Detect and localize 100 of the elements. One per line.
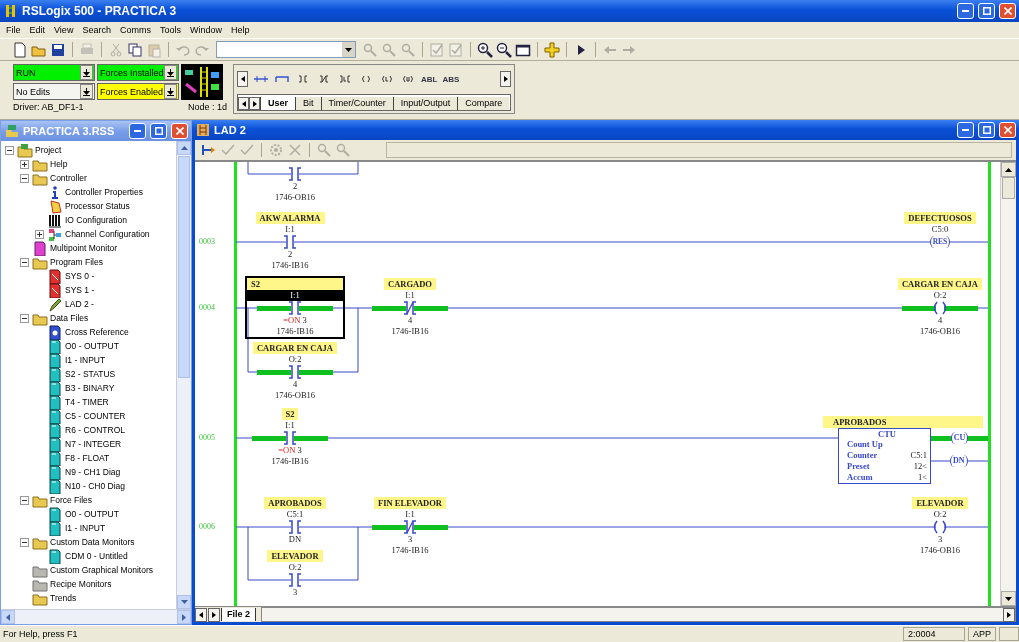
- collapse-icon[interactable]: [20, 495, 29, 505]
- dropdown-field[interactable]: [216, 41, 356, 58]
- vertical-scrollbar[interactable]: [1000, 162, 1016, 606]
- menu-item[interactable]: Tools: [159, 25, 181, 35]
- tree-item[interactable]: Program Files: [50, 257, 103, 267]
- tree-item[interactable]: Controller: [50, 173, 87, 183]
- tree-item[interactable]: CDM 0 - Untitled: [65, 551, 128, 561]
- instruction-button[interactable]: ABS: [442, 74, 460, 84]
- maximize-button[interactable]: [978, 3, 995, 19]
- latch-coil-icon[interactable]: [379, 75, 395, 83]
- tree-item[interactable]: Processor Status: [65, 201, 130, 211]
- menu-item[interactable]: Window: [189, 25, 222, 35]
- expand-icon[interactable]: [20, 159, 29, 169]
- tree-item[interactable]: LAD 2 -: [65, 299, 94, 309]
- tree-item[interactable]: C5 - COUNTER: [65, 411, 126, 421]
- scrollbar-thumb[interactable]: [178, 156, 190, 378]
- branch-icon[interactable]: [274, 75, 290, 83]
- tree-item[interactable]: R6 - CONTROL: [65, 425, 125, 435]
- tree-item[interactable]: Help: [50, 159, 68, 169]
- scroll-left-button[interactable]: [237, 71, 248, 87]
- status-dropdown[interactable]: RUN: [13, 64, 95, 81]
- palette-tab[interactable]: Timer/Counter: [320, 97, 393, 110]
- maximize-button[interactable]: [150, 123, 167, 139]
- unlatch-coil-icon[interactable]: [400, 75, 416, 83]
- tree-item[interactable]: Channel Configuration: [65, 229, 150, 239]
- menu-item[interactable]: Comms: [119, 25, 151, 35]
- download-arrow-icon[interactable]: [83, 87, 90, 96]
- horizontal-scrollbar[interactable]: [1, 609, 191, 624]
- palette-tab[interactable]: Compare: [457, 97, 510, 110]
- tree-item[interactable]: Controller Properties: [65, 187, 143, 197]
- ladder-instruction[interactable]: AKW ALARMA I:1 2 1746-IB16: [240, 210, 340, 273]
- collapse-icon[interactable]: [5, 145, 14, 155]
- close-button[interactable]: [171, 123, 188, 139]
- menu-item[interactable]: File: [6, 25, 21, 35]
- tree-item[interactable]: S2 - STATUS: [65, 369, 116, 379]
- collapse-icon[interactable]: [20, 537, 29, 547]
- palette-tab[interactable]: Input/Output: [392, 97, 458, 110]
- menu-item[interactable]: View: [54, 25, 74, 35]
- zoom-in-icon[interactable]: [477, 41, 493, 58]
- tree-item[interactable]: N9 - CH1 Diag: [65, 467, 121, 477]
- ladder-instruction[interactable]: APROBADOS C5:1 DN: [245, 495, 345, 547]
- download-arrow-icon[interactable]: [167, 68, 174, 77]
- rung-comment-field[interactable]: [386, 142, 1012, 158]
- file-tab[interactable]: File 2: [221, 608, 256, 621]
- menu-item[interactable]: Search: [82, 25, 111, 35]
- close-button[interactable]: [999, 122, 1016, 138]
- ladder-instruction[interactable]: S2 I:1 =ON 3 1746-IB16: [245, 276, 345, 339]
- ladder-instruction[interactable]: CARGAR EN CAJA O:2 4 1746-OB16: [890, 276, 990, 339]
- tree-item[interactable]: Custom Data Monitors: [50, 537, 135, 547]
- status-dropdown[interactable]: No Edits: [13, 83, 95, 100]
- copy-icon[interactable]: [127, 41, 143, 58]
- tree-item[interactable]: N7 - INTEGER: [65, 439, 122, 449]
- maximize-button[interactable]: [978, 122, 995, 138]
- tree-item[interactable]: O0 - OUTPUT: [65, 341, 119, 351]
- ladder-instruction[interactable]: 2 1746-OB16: [245, 165, 345, 205]
- tree-item[interactable]: O0 - OUTPUT: [65, 509, 119, 519]
- scrollbar-thumb[interactable]: [1002, 177, 1015, 199]
- collapse-icon[interactable]: [20, 173, 29, 183]
- collapse-icon[interactable]: [20, 313, 29, 323]
- one-shot-icon[interactable]: [337, 75, 353, 83]
- plus-icon[interactable]: [544, 41, 560, 58]
- ladder-instruction[interactable]: FIN ELEVADOR I:1 3 1746-IB16: [360, 495, 460, 558]
- minimize-button[interactable]: [129, 123, 146, 139]
- tab-scroll-button[interactable]: [238, 97, 249, 110]
- expand-icon[interactable]: [35, 229, 44, 239]
- menu-item[interactable]: Edit: [29, 25, 46, 35]
- tree-item[interactable]: Custom Graphical Monitors: [50, 565, 153, 575]
- minimize-button[interactable]: [957, 122, 974, 138]
- tree-item[interactable]: Data Files: [50, 313, 89, 323]
- counter-block[interactable]: CTU Count Up Counter C5:1 Preset 12< Accum 1<: [838, 428, 931, 484]
- new-file-icon[interactable]: [12, 41, 28, 58]
- tree-item[interactable]: I1 - INPUT: [65, 355, 106, 365]
- menu-item[interactable]: Help: [230, 25, 250, 35]
- vertical-scrollbar[interactable]: [176, 141, 191, 609]
- tree-item[interactable]: I1 - INPUT: [65, 523, 106, 533]
- tree-item[interactable]: Trends: [50, 593, 77, 603]
- tab-scroll-button[interactable]: [208, 607, 220, 622]
- tree-item[interactable]: SYS 0 -: [65, 271, 95, 281]
- ladder-instruction[interactable]: S2 I:1 =ON 3 1746-IB16: [240, 406, 340, 469]
- collapse-icon[interactable]: [20, 257, 29, 267]
- tab-scroll-button[interactable]: [249, 97, 260, 110]
- tree-item[interactable]: T4 - TIMER: [65, 397, 109, 407]
- download-arrow-icon[interactable]: [167, 87, 174, 96]
- scroll-right-button[interactable]: [500, 71, 511, 87]
- status-dropdown[interactable]: Forces Enabled: [97, 83, 179, 100]
- tree-item[interactable]: Force Files: [50, 495, 93, 505]
- palette-tab[interactable]: Bit: [295, 97, 321, 110]
- tree-item[interactable]: IO Configuration: [65, 215, 127, 225]
- horizontal-scrollbar[interactable]: [261, 607, 1016, 622]
- download-arrow-icon[interactable]: [83, 68, 90, 77]
- tree-item[interactable]: Multipoint Monitor: [50, 243, 118, 253]
- tree-item[interactable]: Recipe Monitors: [50, 579, 112, 589]
- rung-icon[interactable]: [201, 142, 217, 158]
- tree-item[interactable]: Cross Reference: [65, 327, 129, 337]
- ladder-instruction[interactable]: CARGAR EN CAJA O:2 4 1746-OB16: [245, 340, 345, 403]
- tab-scroll-button[interactable]: [195, 607, 207, 622]
- ladder-instruction[interactable]: ELEVADOR O:2 3: [245, 548, 345, 600]
- tree-item[interactable]: SYS 1 -: [65, 285, 95, 295]
- save-icon[interactable]: [50, 41, 66, 58]
- tree-item[interactable]: F8 - FLOAT: [65, 453, 110, 463]
